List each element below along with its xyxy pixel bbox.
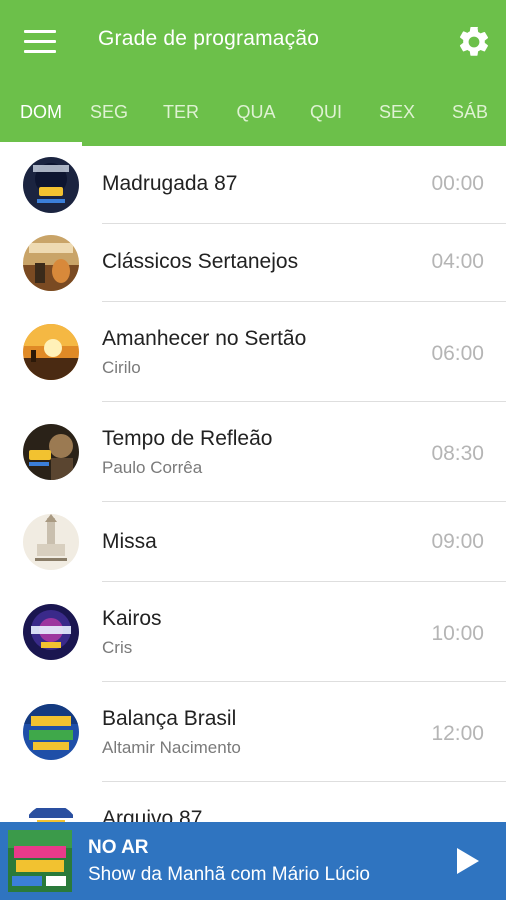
show-title: Amanhecer no Sertão [102,327,307,350]
app-screen: Grade de programação DOM SEG TER QUA QUI… [0,0,506,900]
now-playing-title: Show da Manhã com Mário Lúcio [88,864,370,885]
show-time: 06:00 [431,342,484,365]
list-item[interactable]: Tempo de Refleão Paulo Corrêa 08:30 [0,402,506,502]
now-playing-bar[interactable]: NO AR Show da Manhã com Mário Lúcio [0,822,506,900]
show-title: Missa [102,530,157,553]
list-item[interactable]: Clássicos Sertanejos 04:00 [0,224,506,302]
list-item[interactable]: Madrugada 87 00:00 [0,146,506,224]
show-logo-image [23,157,79,213]
list-item[interactable]: Balança Brasil Altamir Nacimento 12:00 [0,682,506,782]
show-host: Cris [102,638,133,657]
show-host: Altamir Nacimento [102,738,241,757]
tab-seg[interactable]: SEG [74,102,144,128]
show-logo-image [23,514,79,570]
tab-sex[interactable]: SEX [362,102,432,128]
show-title: Clássicos Sertanejos [102,250,299,273]
tab-dom[interactable]: DOM [6,102,76,128]
show-title: Tempo de Refleão [102,427,273,450]
show-logo-image [23,704,79,760]
show-title: Madrugada 87 [102,172,238,195]
page-title: Grade de programação [98,27,320,50]
now-playing-thumbnail [8,830,72,892]
show-title: Arquivo 87 [102,807,203,822]
show-title: Balança Brasil [102,707,237,730]
show-time: 09:00 [431,530,484,553]
list-item[interactable]: Amanhecer no Sertão Cirilo 06:00 [0,302,506,402]
list-item[interactable]: Arquivo 87 [0,782,506,822]
show-logo-image [23,604,79,660]
show-logo-image [23,235,79,291]
show-logo-image [23,424,79,480]
show-host: Paulo Corrêa [102,458,203,477]
hamburger-menu-icon[interactable] [24,30,56,54]
schedule-list[interactable]: Madrugada 87 00:00 Clássicos Sertanejos … [0,146,506,822]
gear-icon[interactable] [456,24,492,60]
show-time: 10:00 [431,622,484,645]
show-logo-image [23,804,79,822]
tab-ter[interactable]: TER [146,102,216,128]
show-title: Kairos [102,607,162,630]
show-time: 08:30 [431,442,484,465]
tab-qui[interactable]: QUI [291,102,361,128]
show-time: 00:00 [431,172,484,195]
list-item[interactable]: Missa 09:00 [0,502,506,582]
tab-qua[interactable]: QUA [220,102,292,128]
show-logo-image [23,324,79,380]
list-item[interactable]: Kairos Cris 10:00 [0,582,506,682]
show-host: Cirilo [102,358,141,377]
day-tabs: DOM SEG TER QUA QUI SEX SÁB [0,82,506,146]
show-time: 04:00 [431,250,484,273]
tab-sab[interactable]: SÁB [434,102,506,128]
play-icon[interactable] [450,844,484,878]
on-air-label: NO AR [88,837,149,858]
app-bar: Grade de programação [0,0,506,82]
show-time: 12:00 [431,722,484,745]
